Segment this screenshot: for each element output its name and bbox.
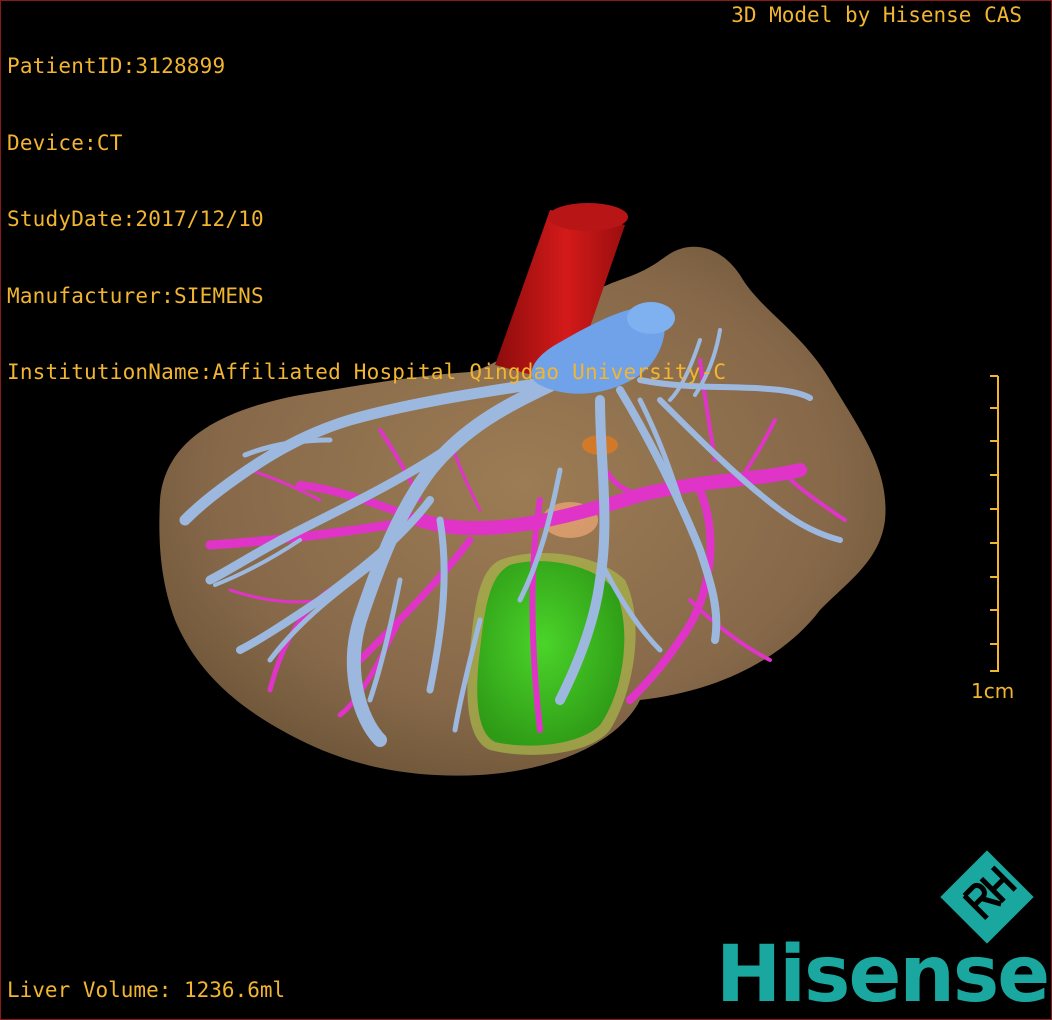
model-credit: 3D Model by Hisense CAS: [731, 3, 1022, 27]
hisense-wordmark: Hisense: [716, 930, 1050, 1020]
liver-volume: Liver Volume: 1236.6ml: [7, 978, 286, 1002]
patient-id: PatientID:3128899: [7, 54, 226, 78]
study-info-overlay: PatientID:3128899 Device:CT StudyDate:20…: [7, 3, 726, 411]
institution-name: InstitutionName:Affiliated Hospital Qing…: [7, 360, 727, 384]
manufacturer: Manufacturer:SIEMENS: [7, 283, 264, 308]
device: Device:CT: [7, 130, 123, 155]
scale-bar: [990, 375, 999, 672]
scale-label: 1cm: [971, 679, 1015, 703]
study-date: StudyDate:2017/12/10: [7, 207, 264, 231]
